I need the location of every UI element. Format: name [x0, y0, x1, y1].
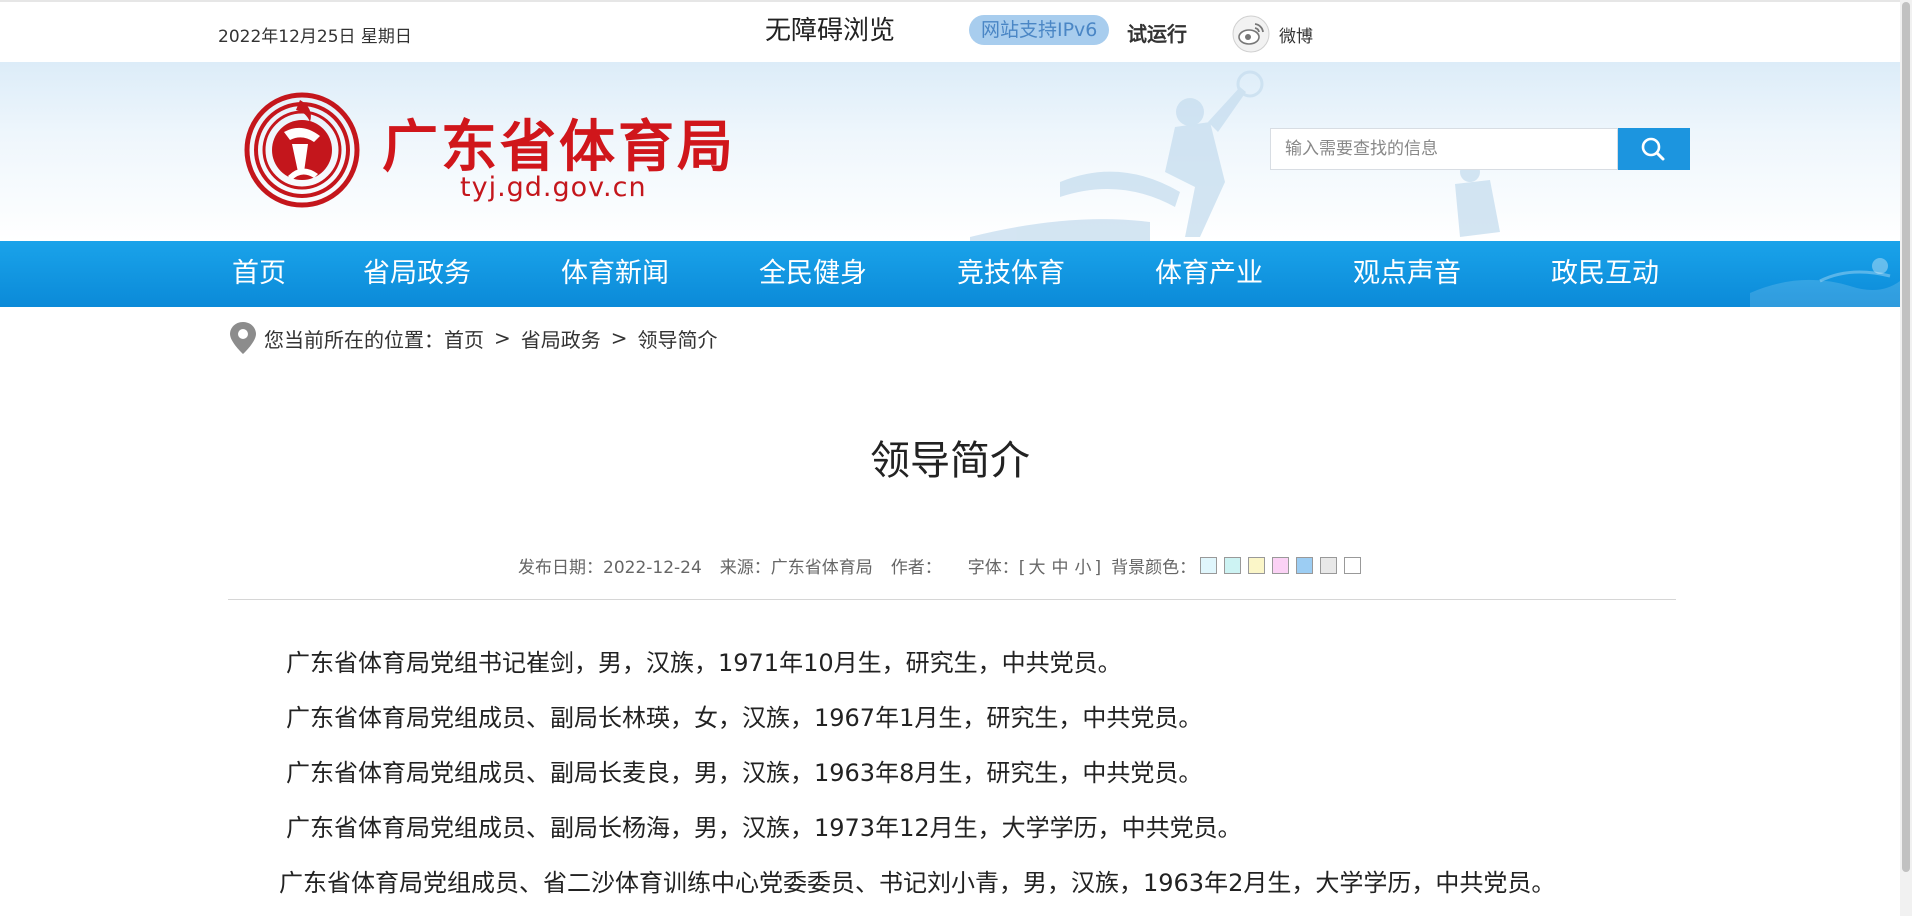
font-size-label: 字体：[	[967, 558, 1026, 578]
bg-color-swatch[interactable]	[1344, 557, 1362, 574]
weibo-link[interactable]: 微博	[1279, 22, 1313, 47]
breadcrumb-home[interactable]: 首页	[444, 324, 484, 353]
nav-item-sports-industry[interactable]: 体育产业	[1155, 241, 1263, 307]
article-paragraph: 广东省体育局党组书记崔剑，男，汉族，1971年10月生，研究生，中共党员。	[286, 649, 1122, 677]
article-author: 作者：	[890, 558, 942, 578]
search-button[interactable]	[1618, 128, 1690, 170]
bg-color-swatches	[1200, 557, 1368, 574]
font-small-button[interactable]: 小	[1074, 558, 1091, 578]
article-source: 来源：广东省体育局	[719, 558, 873, 578]
breadcrumb-prefix: 您当前所在的位置：	[264, 327, 444, 352]
font-size-control: 字体：[大中小]	[968, 553, 1101, 578]
nav-item-fitness[interactable]: 全民健身	[759, 241, 867, 307]
bg-color-swatch[interactable]	[1200, 557, 1218, 574]
article-paragraph: 广东省体育局党组成员、副局长麦良，男，汉族，1963年8月生，研究生，中共党员。	[286, 759, 1203, 787]
breadcrumb-separator: >	[610, 326, 628, 350]
weibo-icon[interactable]	[1232, 15, 1270, 53]
search-icon	[1641, 137, 1665, 161]
font-large-button[interactable]: 大	[1028, 558, 1045, 578]
trial-label: 试运行	[1127, 22, 1187, 46]
article-title: 领导简介	[870, 438, 1030, 484]
bg-color-swatch[interactable]	[1224, 557, 1242, 574]
bg-color-swatch[interactable]	[1272, 557, 1290, 574]
bg-color-swatch[interactable]	[1320, 557, 1338, 574]
wave-decoration	[1750, 258, 1900, 307]
ipv6-badge: 网站支持IPv6	[969, 15, 1110, 45]
search-box	[1270, 128, 1690, 170]
breadcrumb: 您当前所在的位置： 首页 > 省局政务 > 领导简介	[228, 320, 718, 356]
nav-item-competitive-sports[interactable]: 竞技体育	[957, 241, 1065, 307]
site-header: 广东省体育局 tyj.gd.gov.cn	[0, 62, 1900, 241]
vertical-scrollbar[interactable]	[1900, 0, 1912, 916]
top-bar: 2022年12月25日 星期日 无障碍浏览 网站支持IPv6 试运行 微博	[0, 0, 1900, 62]
nav-item-sports-news[interactable]: 体育新闻	[561, 241, 669, 307]
bg-color-label: 背景颜色：	[1111, 558, 1197, 578]
site-url: tyj.gd.gov.cn	[460, 172, 647, 203]
accessibility-link[interactable]: 无障碍浏览	[765, 10, 895, 47]
site-title[interactable]: 广东省体育局	[382, 102, 736, 183]
publish-date: 发布日期：2022-12-24	[518, 558, 702, 578]
breadcrumb-current[interactable]: 领导简介	[638, 324, 718, 353]
main-nav: 首页 省局政务 体育新闻 全民健身 竞技体育 体育产业 观点声音 政民互动	[0, 241, 1900, 307]
location-pin-icon	[230, 322, 256, 354]
font-medium-button[interactable]: 中	[1051, 558, 1068, 578]
nav-item-home[interactable]: 首页	[232, 241, 286, 307]
breadcrumb-gov-affairs[interactable]: 省局政务	[521, 324, 601, 353]
bureau-logo-icon	[244, 92, 360, 208]
scrollbar-thumb[interactable]	[1902, 2, 1910, 872]
bg-color-swatch[interactable]	[1296, 557, 1314, 574]
article-meta: 发布日期：2022-12-24 来源：广东省体育局 作者： 字体：[大中小] 背…	[518, 553, 1368, 578]
article-paragraph: 广东省体育局党组成员、副局长林瑛，女，汉族，1967年1月生，研究生，中共党员。	[286, 704, 1203, 732]
breadcrumb-separator: >	[494, 326, 511, 350]
nav-item-gov-affairs[interactable]: 省局政务	[363, 241, 471, 307]
current-date: 2022年12月25日 星期日	[218, 27, 412, 47]
meta-divider	[228, 599, 1676, 600]
font-size-bracket: ]	[1094, 558, 1102, 578]
nav-item-opinions[interactable]: 观点声音	[1353, 241, 1461, 307]
bg-color-swatch[interactable]	[1248, 557, 1266, 574]
article-paragraph: 广东省体育局党组成员、省二沙体育训练中心党委委员、书记刘小青，男，汉族，1963…	[279, 869, 1556, 897]
search-input[interactable]	[1270, 128, 1618, 170]
article-paragraph: 广东省体育局党组成员、副局长杨海，男，汉族，1973年12月生，大学学历，中共党…	[286, 814, 1242, 842]
